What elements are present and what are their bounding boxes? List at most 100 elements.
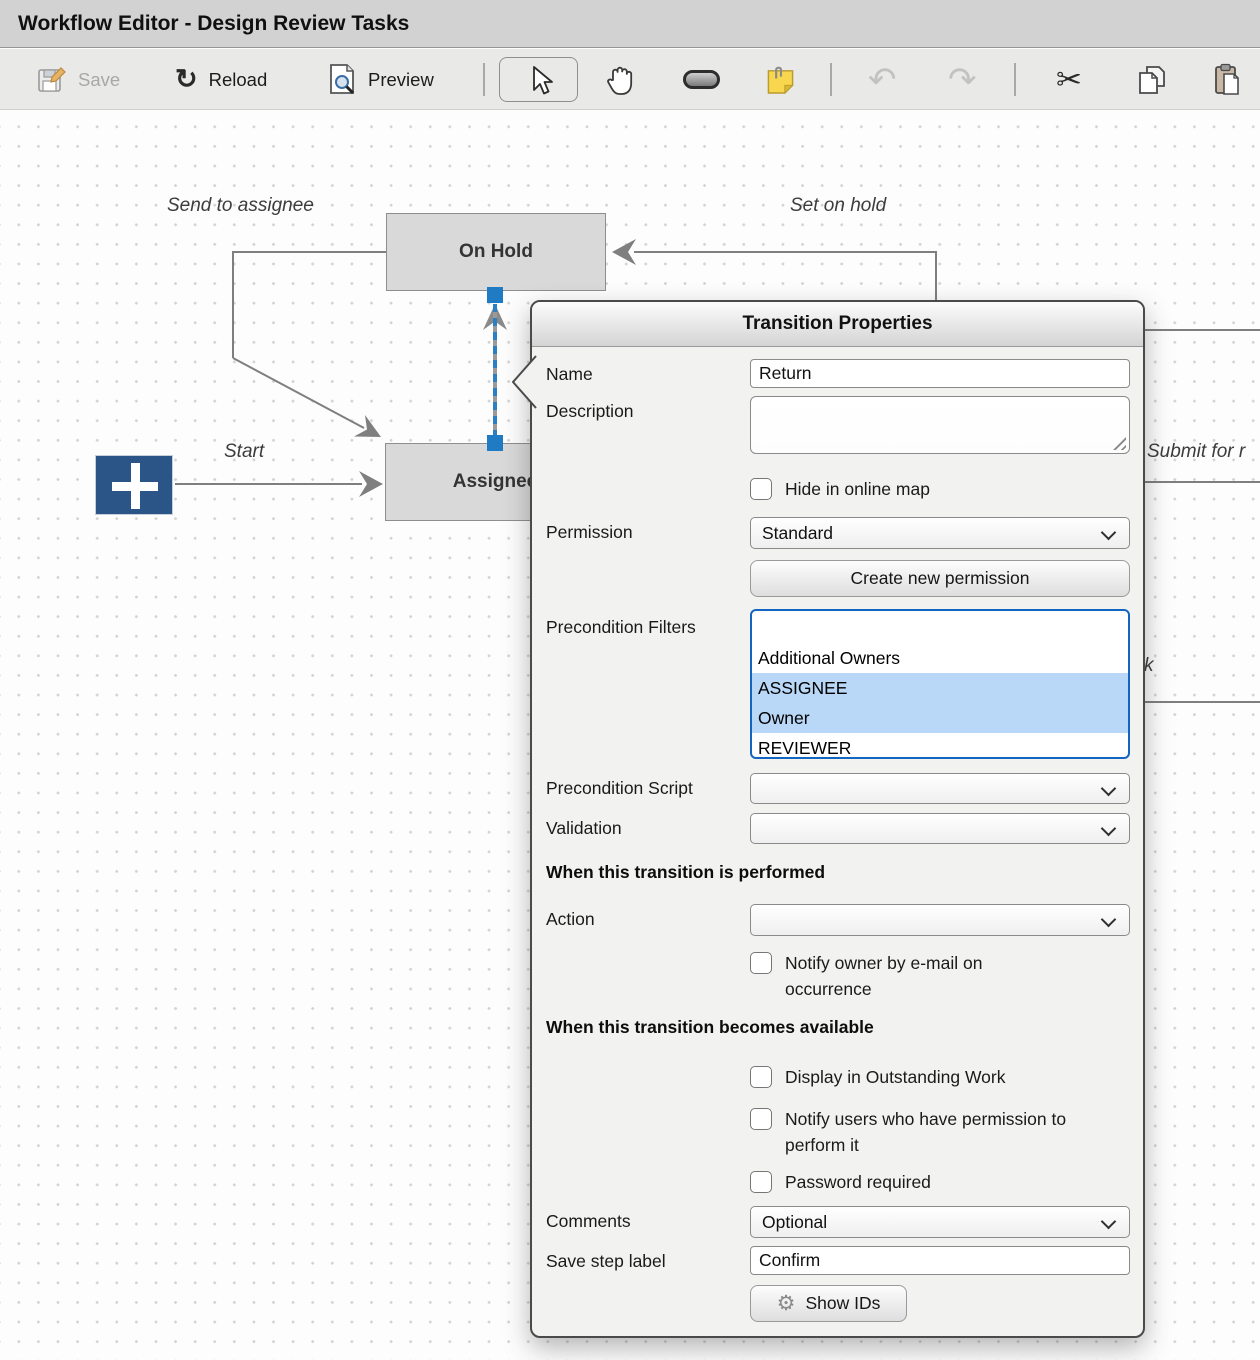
save-label: Save	[78, 69, 120, 91]
transition-send-to-assignee-line[interactable]	[233, 358, 364, 428]
precondition-filters-listbox[interactable]: Additional Owners ASSIGNEE Owner REVIEWE…	[750, 609, 1130, 759]
permission-select[interactable]: Standard	[750, 517, 1130, 549]
arrowhead-start[interactable]	[359, 471, 383, 497]
cursor-arrow-icon	[524, 64, 554, 96]
page-title: Workflow Editor - Design Review Tasks	[18, 12, 409, 36]
comments-select[interactable]: Optional	[750, 1206, 1130, 1238]
toolbar: Save ↻ Reload Preview	[0, 49, 1260, 110]
notify-owner-checkbox[interactable]	[750, 952, 772, 974]
transition-label-submit-for: Submit for r	[1147, 441, 1245, 463]
workflow-canvas[interactable]: On Hold Assignee Send to assignee Set on…	[0, 110, 1260, 1360]
toolbar-separator	[483, 63, 485, 96]
add-step-tool-button[interactable]	[683, 49, 720, 110]
chevron-down-icon	[1101, 781, 1117, 797]
paste-button[interactable]	[1212, 49, 1244, 110]
listbox-option-additional-owners[interactable]: Additional Owners	[752, 643, 1128, 673]
listbox-option-reviewer[interactable]: REVIEWER	[752, 733, 1128, 759]
chevron-down-icon	[1101, 821, 1117, 837]
password-required-label: Password required	[785, 1169, 931, 1195]
dialog-title: Transition Properties	[532, 302, 1143, 347]
validation-select[interactable]	[750, 813, 1130, 844]
description-textarea[interactable]	[750, 396, 1130, 454]
notify-users-checkbox[interactable]	[750, 1108, 772, 1130]
reload-button[interactable]: ↻ Reload	[175, 49, 267, 110]
undo-button[interactable]: ↶	[868, 49, 897, 110]
save-step-label: Save step label	[546, 1246, 750, 1276]
copy-icon	[1136, 63, 1168, 97]
cut-button[interactable]: ✂	[1056, 49, 1082, 110]
comments-label: Comments	[546, 1206, 750, 1236]
name-input[interactable]	[750, 359, 1130, 388]
gear-icon: ⚙	[777, 1293, 796, 1314]
undo-icon: ↶	[868, 63, 897, 97]
chevron-down-icon	[1101, 1214, 1117, 1230]
notify-users-checkbox-row: Notify users who have permission to perf…	[750, 1106, 1130, 1158]
resize-grip-icon[interactable]	[1113, 437, 1126, 450]
transition-label-fragment-k: k	[1144, 655, 1154, 677]
hide-in-online-map-label: Hide in online map	[785, 476, 930, 502]
listbox-option-owner[interactable]: Owner	[752, 703, 1128, 733]
scissors-icon: ✂	[1056, 64, 1082, 95]
transition-handle-bottom[interactable]	[487, 435, 503, 451]
toolbar-separator	[1014, 63, 1016, 96]
copy-button[interactable]	[1136, 49, 1168, 110]
precondition-script-label: Precondition Script	[546, 773, 750, 803]
paste-icon	[1212, 63, 1244, 97]
precondition-filters-label: Precondition Filters	[546, 609, 750, 639]
permission-label: Permission	[546, 517, 750, 547]
notify-users-label: Notify users who have permission to perf…	[785, 1106, 1067, 1158]
hide-in-online-map-checkbox-row: Hide in online map	[750, 476, 1130, 502]
step-label: On Hold	[459, 241, 533, 263]
arrowhead-send-to-assignee[interactable]	[354, 415, 381, 437]
password-required-checkbox-row: Password required	[750, 1169, 1130, 1195]
preview-label: Preview	[368, 69, 434, 91]
add-note-tool-button[interactable]	[765, 49, 796, 110]
chevron-down-icon	[1101, 525, 1117, 541]
show-ids-label: Show IDs	[805, 1293, 880, 1314]
transition-handle-top[interactable]	[487, 287, 503, 303]
redo-icon: ↷	[948, 63, 977, 97]
section-heading-performed: When this transition is performed	[546, 862, 1130, 883]
create-new-permission-label: Create new permission	[851, 568, 1030, 589]
step-node-on-hold[interactable]: On Hold	[386, 213, 606, 291]
step-label: Assignee	[453, 471, 537, 493]
action-select[interactable]	[750, 904, 1130, 936]
notify-owner-label: Notify owner by e-mail on occurrence	[785, 950, 1067, 1002]
step-shape-icon	[683, 70, 720, 89]
display-outstanding-checkbox[interactable]	[750, 1066, 772, 1088]
display-outstanding-checkbox-row: Display in Outstanding Work	[750, 1064, 1130, 1090]
pan-tool-button[interactable]	[602, 49, 636, 110]
transition-label-start: Start	[224, 441, 264, 463]
save-step-input[interactable]	[750, 1246, 1130, 1275]
precondition-script-select[interactable]	[750, 773, 1130, 804]
window-title-bar: Workflow Editor - Design Review Tasks	[0, 0, 1260, 48]
transition-label-set-on-hold: Set on hold	[790, 195, 886, 217]
save-button[interactable]: Save	[35, 49, 120, 110]
reload-icon: ↻	[175, 66, 198, 93]
preview-button[interactable]: Preview	[327, 49, 434, 110]
preview-icon	[327, 63, 357, 97]
section-heading-available: When this transition becomes available	[546, 1017, 1130, 1038]
listbox-option[interactable]	[752, 613, 1128, 643]
permission-value: Standard	[762, 523, 833, 544]
password-required-checkbox[interactable]	[750, 1171, 772, 1193]
arrowhead-set-on-hold[interactable]	[612, 239, 636, 265]
transition-label-send-to-assignee: Send to assignee	[167, 195, 314, 217]
toolbar-separator	[830, 63, 832, 96]
show-ids-button[interactable]: ⚙ Show IDs	[750, 1285, 907, 1322]
notify-owner-checkbox-row: Notify owner by e-mail on occurrence	[750, 950, 1130, 1002]
hide-in-online-map-checkbox[interactable]	[750, 478, 772, 500]
save-floppy-icon	[35, 64, 67, 96]
create-new-permission-button[interactable]: Create new permission	[750, 560, 1130, 597]
comments-value: Optional	[762, 1212, 827, 1233]
workflow-editor-window: Workflow Editor - Design Review Tasks Sa…	[0, 0, 1260, 1360]
note-icon	[765, 65, 796, 94]
action-label: Action	[546, 904, 750, 934]
hand-icon	[602, 62, 636, 98]
start-node-plus[interactable]	[95, 455, 173, 515]
redo-button[interactable]: ↷	[948, 49, 977, 110]
select-tool-button[interactable]	[499, 57, 578, 102]
selected-transition-return[interactable]	[493, 304, 497, 435]
transition-properties-dialog: Transition Properties Name Description	[530, 300, 1145, 1338]
listbox-option-assignee[interactable]: ASSIGNEE	[752, 673, 1128, 703]
